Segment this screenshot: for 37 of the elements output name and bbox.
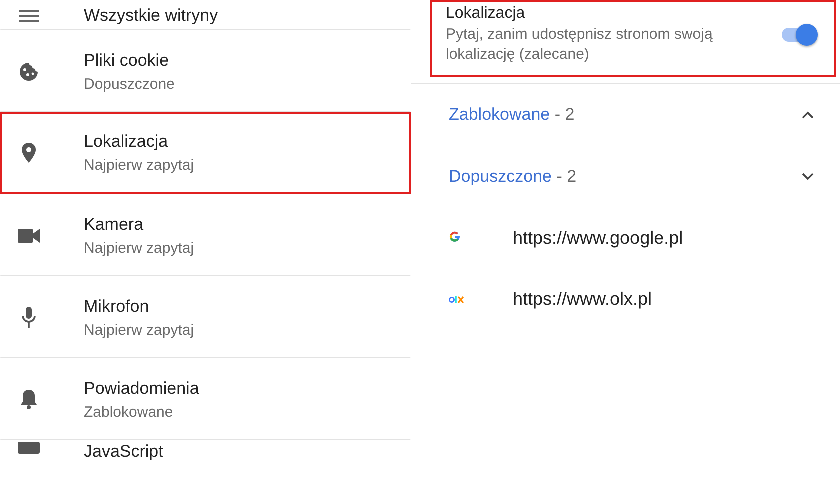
item-title: Lokalizacja	[84, 132, 170, 152]
list-icon	[19, 8, 39, 22]
section-header[interactable]: Dopuszczone - 2	[430, 146, 840, 208]
section-label: Zablokowane - 2	[449, 105, 575, 125]
video-camera-icon	[18, 228, 40, 242]
item-status: Najpierw zapytaj	[84, 240, 194, 256]
item-title: Powiadomienia	[84, 378, 200, 398]
settings-item[interactable]: Lokalizacja Najpierw zapytaj	[0, 112, 411, 194]
cookie-icon	[19, 62, 39, 82]
item-title: Mikrofon	[84, 296, 150, 316]
item-status: Najpierw zapytaj	[84, 157, 194, 174]
item-title: JavaScript	[84, 442, 164, 462]
google-g-icon	[449, 230, 461, 242]
setting-description: Pytaj, zanim udostępnisz stronom swoją lokalizację (zalecane)	[446, 25, 714, 65]
olx-logo-icon	[449, 296, 465, 304]
item-status: Zablokowane	[84, 404, 174, 420]
location-pin-icon	[22, 143, 36, 163]
settings-item[interactable]: Powiadomienia Zablokowane	[0, 358, 411, 440]
settings-item[interactable]: Kamera Najpierw zapytaj	[0, 194, 411, 276]
site-url: https://www.google.pl	[513, 228, 684, 249]
bell-icon	[20, 389, 38, 410]
site-item[interactable]: https://www.google.pl	[430, 208, 840, 269]
microphone-icon	[22, 307, 36, 328]
item-status: Dopuszczone	[84, 76, 175, 92]
item-title: Kamera	[84, 214, 145, 234]
settings-item[interactable]: JavaScript	[0, 440, 411, 476]
site-item[interactable]: https://www.olx.pl	[430, 269, 840, 330]
settings-item[interactable]: Wszystkie witryny	[0, 0, 411, 30]
section-header[interactable]: Zablokowane - 2	[430, 84, 840, 146]
settings-item[interactable]: Mikrofon Najpierw zapytaj	[0, 276, 411, 358]
settings-item[interactable]: Pliki cookie Dopuszczone	[0, 30, 411, 112]
setting-title: Lokalizacja	[446, 5, 526, 23]
item-status: Najpierw zapytaj	[84, 322, 194, 338]
item-title: Pliki cookie	[84, 50, 170, 70]
item-title: Wszystkie witryny	[84, 6, 218, 26]
site-url: https://www.olx.pl	[513, 289, 652, 310]
section-label: Dopuszczone - 2	[449, 167, 577, 187]
